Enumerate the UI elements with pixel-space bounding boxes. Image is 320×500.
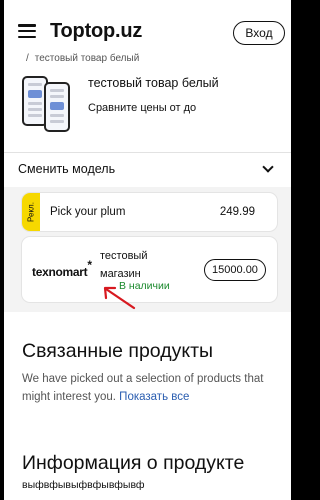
site-logo[interactable]: Toptop.uz — [50, 20, 142, 43]
shop-logo-text: texnomart — [32, 265, 88, 279]
login-button[interactable]: Вход — [233, 21, 285, 45]
shop-offer-card[interactable]: texnomart* тестовый магазин В наличии 15… — [22, 237, 277, 302]
offer-price: 249.99 — [219, 206, 255, 218]
breadcrumb-current[interactable]: тестовый товар белый — [35, 53, 140, 64]
breadcrumb-separator: / — [26, 53, 29, 64]
product-image[interactable] — [18, 70, 76, 136]
shop-logo: texnomart* — [32, 258, 92, 279]
product-info-text: выфвфывыфвфывфывф — [22, 479, 145, 491]
annotation-arrow-icon — [103, 286, 136, 310]
breadcrumb: / тестовый товар белый — [26, 53, 139, 64]
ad-badge: Рекл. — [22, 193, 40, 231]
change-model-dropdown[interactable]: Сменить модель — [4, 153, 291, 185]
page: Toptop.uz Вход / тестовый товар белый тес… — [4, 0, 291, 500]
shop-logo-mark: * — [87, 258, 92, 272]
offer-title: Pick your plum — [50, 206, 126, 218]
ad-badge-label: Рекл. — [26, 202, 36, 222]
product-title: тестовый товар белый — [88, 76, 219, 90]
header: Toptop.uz Вход — [4, 0, 291, 54]
change-model-label: Сменить модель — [18, 162, 116, 176]
show-all-link[interactable]: Показать все — [119, 391, 189, 403]
menu-icon[interactable] — [18, 24, 36, 38]
product-info-title: Информация о продукте — [22, 452, 245, 474]
sponsored-offer-card[interactable]: Рекл. Pick your plum 249.99 — [22, 193, 277, 231]
compare-prices-text: Сравните цены от до — [88, 102, 197, 114]
related-products-title: Связанные продукты — [22, 340, 214, 362]
chevron-down-icon — [262, 161, 274, 173]
shop-price-button[interactable]: 15000.00 — [204, 259, 266, 281]
related-products-text: We have picked out a selection of produc… — [22, 370, 284, 406]
shop-name: тестовый магазин — [100, 250, 148, 280]
product-header: тестовый товар белый Сравните цены от до — [18, 70, 288, 138]
